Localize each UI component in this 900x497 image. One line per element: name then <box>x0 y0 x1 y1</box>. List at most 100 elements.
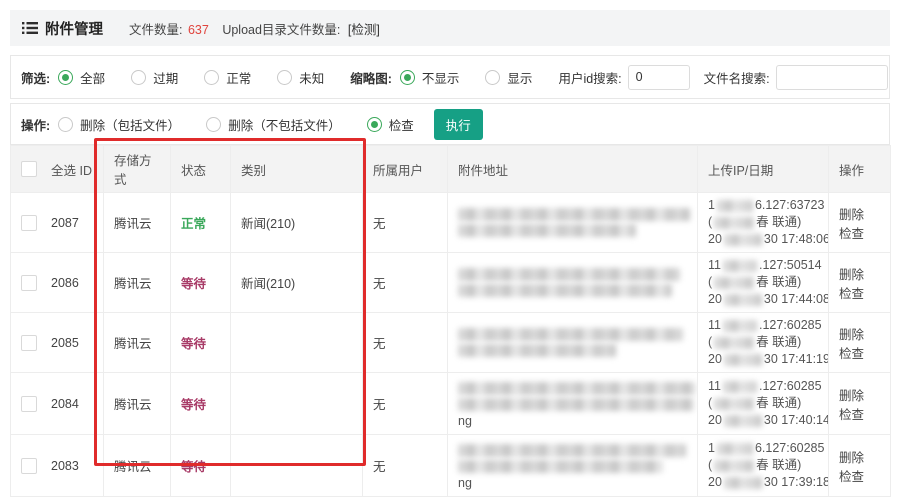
table-row: 2083腾讯云等待无ng16.127:60285(春 联通)2030 17:39… <box>11 435 891 497</box>
cell-id: 2084 <box>11 373 104 435</box>
radio-thumb-hide[interactable]: 不显示 <box>400 68 460 87</box>
blurred-ip-segment <box>717 200 753 212</box>
file-count-label: 文件数量: <box>129 23 182 37</box>
blurred-ip-segment <box>724 234 762 246</box>
row-checkbox[interactable] <box>21 215 37 231</box>
radio-icon <box>367 117 382 132</box>
status-badge: 等待 <box>181 277 206 291</box>
filter-bar: 筛选: 全部 过期 正常 未知 缩略图: 不显示 显示 用户id搜索: 文件名搜… <box>10 55 890 99</box>
check-link[interactable]: 检查 <box>839 227 864 241</box>
status-badge: 等待 <box>181 398 206 412</box>
delete-link[interactable]: 删除 <box>839 208 864 222</box>
blurred-ip-segment <box>724 415 762 427</box>
status-badge: 等待 <box>181 337 206 351</box>
row-checkbox[interactable] <box>21 275 37 291</box>
table-row: 2085腾讯云等待无11.127:60285(春 联通)2030 17:41:1… <box>11 313 891 373</box>
ip-date-line: 16.127:60285 <box>708 440 818 457</box>
cell-category: 新闻(210) <box>231 193 363 253</box>
check-link[interactable]: 检查 <box>839 347 864 361</box>
cell-category <box>231 435 363 497</box>
blurred-ip-segment <box>724 294 762 306</box>
radio-filter-normal[interactable]: 正常 <box>204 68 251 87</box>
blurred-ip-segment <box>724 354 762 366</box>
radio-filter-expired[interactable]: 过期 <box>131 68 178 87</box>
operation-bar: 操作: 删除（包括文件） 删除（不包括文件） 检查 执行 <box>10 103 890 145</box>
radio-icon <box>400 70 415 85</box>
column-header-1: 存储方式 <box>104 146 171 193</box>
column-header-6: 上传IP/日期 <box>698 146 829 193</box>
select-all-cell: 全选 ID <box>21 160 93 179</box>
column-header-3: 类别 <box>231 146 363 193</box>
radio-op-delete-without-files[interactable]: 删除（不包括文件） <box>206 115 341 134</box>
ip-date-line: 11.127:60285 <box>708 378 818 395</box>
cell-owner: 无 <box>363 253 448 313</box>
cell-category <box>231 313 363 373</box>
header-meta: 文件数量: 637 Upload目录文件数量: [检测] <box>129 19 380 38</box>
check-link[interactable]: 检查 <box>839 408 864 422</box>
radio-icon <box>204 70 219 85</box>
address-tail-text: ng <box>458 414 687 429</box>
row-checkbox[interactable] <box>21 335 37 351</box>
radio-filter-unknown[interactable]: 未知 <box>277 68 324 87</box>
blurred-address-line <box>458 208 690 221</box>
cell-id: 2086 <box>11 253 104 313</box>
ip-date-line: (春 联通) <box>708 274 818 291</box>
cell-status: 正常 <box>171 193 231 253</box>
cell-storage: 腾讯云 <box>104 253 171 313</box>
cell-storage: 腾讯云 <box>104 373 171 435</box>
cell-owner: 无 <box>363 193 448 253</box>
delete-link[interactable]: 删除 <box>839 328 864 342</box>
execute-button[interactable]: 执行 <box>434 109 483 140</box>
file-count-value: 637 <box>188 23 209 37</box>
select-all-checkbox[interactable] <box>21 161 37 177</box>
cell-storage: 腾讯云 <box>104 193 171 253</box>
detect-link[interactable]: [检测] <box>348 23 380 37</box>
page-title: 附件管理 <box>45 18 103 39</box>
cell-status: 等待 <box>171 253 231 313</box>
ip-date-line: 2030 17:48:06 <box>708 231 818 248</box>
delete-link[interactable]: 删除 <box>839 389 864 403</box>
blurred-ip-segment <box>714 337 754 349</box>
column-header-label: 全选 ID <box>51 160 92 179</box>
cell-status: 等待 <box>171 313 231 373</box>
cell-ip-date: 11.127:60285(春 联通)2030 17:40:14 <box>698 373 829 435</box>
cell-status: 等待 <box>171 373 231 435</box>
cell-ip-date: 16.127:60285(春 联通)2030 17:39:18 <box>698 435 829 497</box>
radio-thumb-show[interactable]: 显示 <box>485 68 532 87</box>
cell-owner: 无 <box>363 373 448 435</box>
upload-count-label: Upload目录文件数量: <box>222 23 340 37</box>
radio-op-delete-with-files[interactable]: 删除（包括文件） <box>58 115 180 134</box>
cell-status: 等待 <box>171 435 231 497</box>
cell-storage: 腾讯云 <box>104 313 171 373</box>
radio-op-check[interactable]: 检查 <box>367 115 414 134</box>
status-badge: 正常 <box>181 217 206 231</box>
row-id: 2083 <box>51 459 79 473</box>
row-checkbox[interactable] <box>21 458 37 474</box>
row-checkbox[interactable] <box>21 396 37 412</box>
row-id: 2084 <box>51 397 79 411</box>
ip-date-line: 2030 17:40:14 <box>708 412 818 429</box>
filename-search-input[interactable] <box>776 65 888 90</box>
cell-operations: 删除检查 <box>829 313 891 373</box>
address-tail-text: ng <box>458 476 687 491</box>
ip-date-line: 16.127:63723 <box>708 197 818 214</box>
cell-address: ng <box>448 435 698 497</box>
cell-address <box>448 253 698 313</box>
list-icon <box>22 21 38 35</box>
ip-date-line: (春 联通) <box>708 395 818 412</box>
check-link[interactable]: 检查 <box>839 287 864 301</box>
column-header-2: 状态 <box>171 146 231 193</box>
userid-search-input[interactable] <box>628 65 690 90</box>
column-header-5: 附件地址 <box>448 146 698 193</box>
ip-date-line: (春 联通) <box>708 334 818 351</box>
table-row: 2084 腾讯云等待 无 ng 11.127:60285(春 联通)2030 17:40… <box>11 373 891 435</box>
cell-address <box>448 193 698 253</box>
delete-link[interactable]: 删除 <box>839 268 864 282</box>
radio-filter-all[interactable]: 全部 <box>58 68 105 87</box>
ip-date-line: 2030 17:41:19 <box>708 351 818 368</box>
blurred-ip-segment <box>714 277 754 289</box>
radio-icon <box>131 70 146 85</box>
delete-link[interactable]: 删除 <box>839 451 864 465</box>
radio-icon <box>58 70 73 85</box>
blurred-address-line <box>458 224 636 237</box>
